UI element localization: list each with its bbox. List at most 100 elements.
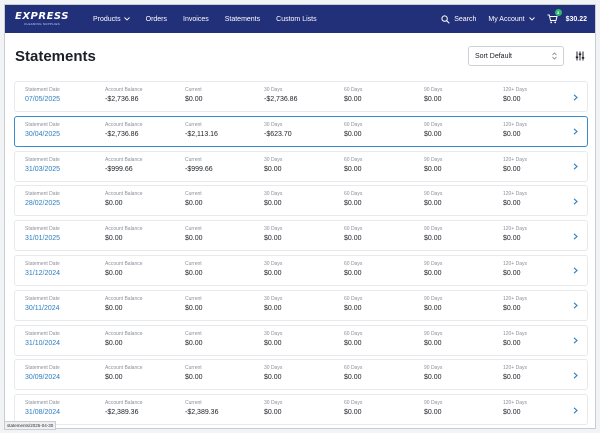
statement-row[interactable]: Statement Date 30/09/2024 Account Balance $… — [14, 359, 588, 391]
statement-date-value[interactable]: 31/10/2024 — [25, 340, 60, 347]
nav-statements[interactable]: Statements — [217, 16, 268, 23]
days-120-plus-cell: 120+ Days $0.00 — [503, 365, 527, 381]
chevron-right-icon[interactable] — [571, 230, 579, 242]
days-60-label: 60 Days — [344, 295, 363, 302]
days-30-label: 30 Days — [264, 365, 283, 372]
cart-total: $30.22 — [565, 15, 587, 23]
chevron-right-icon[interactable] — [571, 161, 579, 173]
days-30-cell: 30 Days $0.00 — [264, 331, 282, 347]
statement-date-label: Statement Date — [25, 260, 60, 267]
account-balance-cell: Account Balance $0.00 — [105, 365, 143, 381]
chevron-right-icon[interactable] — [571, 335, 579, 347]
days-90-cell: 90 Days $0.00 — [424, 261, 442, 277]
statement-row[interactable]: Statement Date 30/04/2025 Account Balance -… — [14, 115, 588, 147]
statement-date-label: Statement Date — [25, 191, 60, 198]
filter-sliders-icon[interactable] — [574, 50, 586, 62]
days-30-cell: 30 Days $0.00 — [264, 400, 282, 416]
express-logo[interactable]: EXPRESS CLEANING SUPPLIES — [15, 11, 69, 27]
chevron-right-icon[interactable] — [571, 265, 579, 277]
chevron-right-icon[interactable] — [571, 195, 579, 207]
days-90-value: $0.00 — [424, 304, 442, 312]
days-120-plus-cell: 120+ Days $0.00 — [503, 87, 527, 103]
statement-row[interactable]: Statement Date 07/05/2025 Account Balance -… — [14, 81, 588, 112]
account-balance-cell: Account Balance $0.00 — [105, 261, 143, 277]
days-60-cell: 60 Days $0.00 — [344, 365, 362, 381]
chevron-right-icon[interactable] — [571, 126, 579, 138]
cart-button[interactable]: 3 $30.22 — [547, 9, 587, 24]
statement-date-value[interactable]: 31/03/2025 — [25, 166, 60, 173]
days-60-cell: 60 Days $0.00 — [344, 191, 362, 207]
days-120-plus-value: $0.00 — [503, 409, 521, 417]
nav-products[interactable]: Products — [85, 16, 138, 23]
days-120-plus-cell: 120+ Days $0.00 — [503, 400, 527, 416]
statement-row[interactable]: Statement Date 28/02/2025 Account Balance $… — [14, 185, 588, 217]
statement-row[interactable]: Statement Date 31/10/2024 Account Balance $… — [14, 324, 588, 356]
nav-products-label: Products — [93, 15, 121, 23]
days-30-label: 30 Days — [264, 400, 283, 407]
days-90-label: 90 Days — [424, 156, 443, 163]
days-90-cell: 90 Days $0.00 — [424, 226, 442, 242]
days-90-label: 90 Days — [424, 295, 443, 302]
statement-date-value[interactable]: 31/08/2024 — [25, 409, 60, 416]
nav-invoices[interactable]: Invoices — [175, 16, 217, 23]
my-account-button[interactable]: My Account — [488, 16, 535, 23]
days-120-plus-value: $0.00 — [503, 374, 521, 382]
days-30-value: $0.00 — [264, 339, 282, 347]
statement-date-value[interactable]: 31/12/2024 — [25, 270, 60, 277]
days-30-value: $0.00 — [264, 235, 282, 243]
statement-date-value[interactable]: 30/09/2024 — [25, 374, 60, 381]
statement-row[interactable]: Statement Date 31/03/2025 Account Balance -… — [14, 150, 588, 182]
days-30-value: $0.00 — [264, 165, 282, 173]
chevron-right-icon[interactable] — [571, 404, 579, 416]
statement-row[interactable]: Statement Date 31/12/2024 Account Balance $… — [14, 254, 588, 286]
account-balance-cell: Account Balance -$2,736.86 — [105, 122, 143, 138]
nav-custom-lists[interactable]: Custom Lists — [268, 16, 324, 23]
days-120-plus-value: $0.00 — [503, 130, 521, 138]
days-120-plus-value: $0.00 — [503, 235, 521, 243]
chevron-right-icon[interactable] — [571, 369, 579, 381]
statement-row[interactable]: Statement Date 30/11/2024 Account Balance $… — [14, 289, 588, 321]
statement-row[interactable]: Statement Date 31/01/2025 Account Balance $… — [14, 220, 588, 252]
days-60-label: 60 Days — [344, 191, 363, 198]
statement-row[interactable]: Statement Date 31/08/2024 Account Balance -… — [14, 394, 588, 426]
statement-date-cell: Statement Date 28/02/2025 — [25, 191, 60, 207]
account-balance-value: -$2,736.86 — [105, 96, 139, 103]
statement-date-value[interactable]: 07/05/2025 — [25, 96, 60, 103]
statement-date-cell: Statement Date 31/08/2024 — [25, 400, 60, 416]
days-60-value: $0.00 — [344, 269, 362, 277]
statement-date-value[interactable]: 28/02/2025 — [25, 200, 60, 207]
statement-date-value[interactable]: 30/11/2024 — [25, 305, 60, 312]
current-value: $0.00 — [185, 374, 203, 382]
current-label: Current — [185, 330, 202, 337]
days-120-plus-label: 120+ Days — [503, 121, 528, 128]
current-value: $0.00 — [185, 269, 203, 277]
days-90-cell: 90 Days $0.00 — [424, 157, 442, 173]
nav-custom-lists-label: Custom Lists — [276, 15, 317, 23]
current-cell: Current -$2,389.36 — [185, 400, 218, 416]
sort-select[interactable]: Sort Default — [468, 46, 564, 66]
chevron-right-icon[interactable] — [571, 300, 579, 312]
nav-orders[interactable]: Orders — [138, 16, 175, 23]
days-60-value: $0.00 — [344, 96, 362, 103]
logo-tagline: CLEANING SUPPLIES — [24, 22, 60, 26]
days-30-cell: 30 Days $0.00 — [264, 157, 282, 173]
account-balance-value: $0.00 — [105, 269, 123, 277]
statement-date-cell: Statement Date 31/12/2024 — [25, 261, 60, 277]
days-90-cell: 90 Days $0.00 — [424, 191, 442, 207]
header-tools: Sort Default — [468, 46, 586, 66]
search-button[interactable]: Search — [441, 14, 476, 24]
statement-date-value[interactable]: 31/01/2025 — [25, 235, 60, 242]
days-60-value: $0.00 — [344, 235, 362, 243]
page-header: Statements Sort Default — [5, 33, 595, 79]
chevron-right-icon[interactable] — [571, 91, 579, 103]
account-balance-value: -$2,389.36 — [105, 409, 139, 417]
logo-wordmark: EXPRESS — [15, 11, 69, 22]
days-120-plus-cell: 120+ Days $0.00 — [503, 296, 527, 312]
days-30-cell: 30 Days $0.00 — [264, 365, 282, 381]
statement-date-label: Statement Date — [25, 330, 60, 337]
statement-date-value[interactable]: 30/04/2025 — [25, 131, 60, 138]
days-90-cell: 90 Days $0.00 — [424, 296, 442, 312]
account-balance-value: $0.00 — [105, 304, 123, 312]
days-60-label: 60 Days — [344, 87, 363, 93]
current-cell: Current $0.00 — [185, 191, 203, 207]
